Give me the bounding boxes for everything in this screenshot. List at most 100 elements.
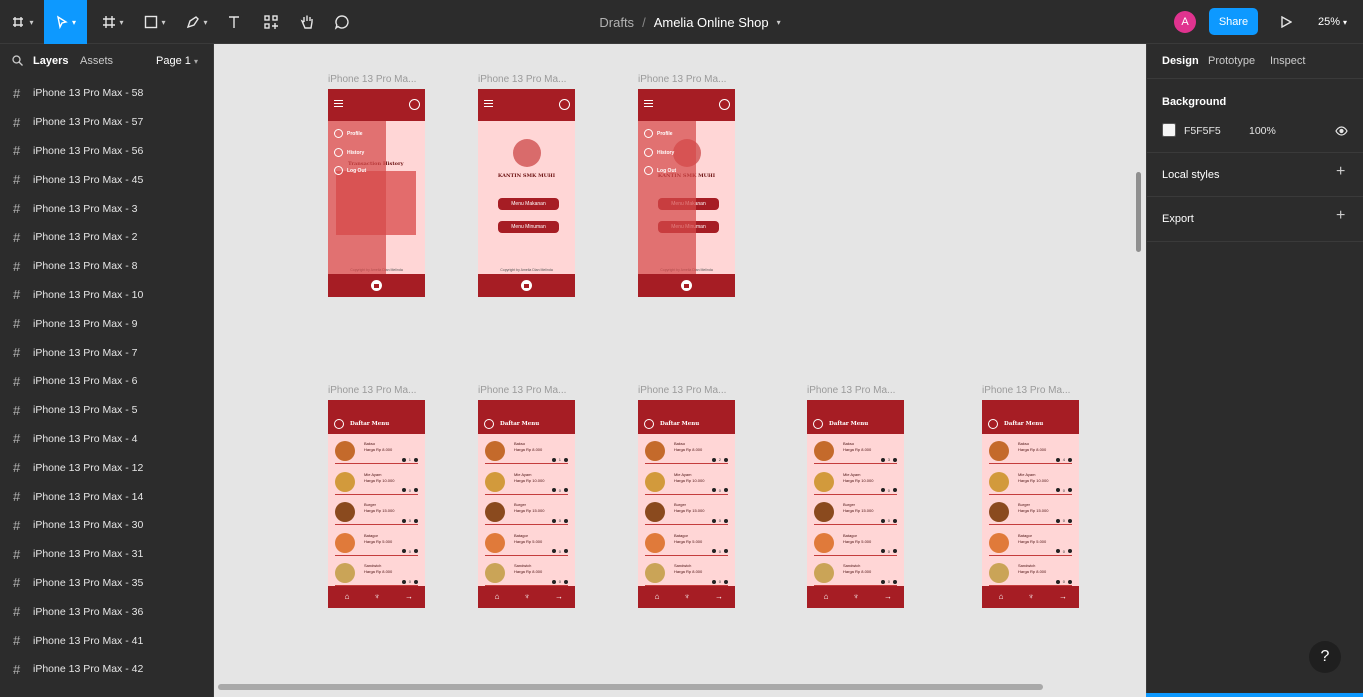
zoom-control[interactable]: 25% ▾ [1318,0,1347,44]
layer-label: iPhone 13 Pro Max - 4 [33,432,138,445]
layer-item[interactable]: # iPhone 13 Pro Max - 5 [0,396,213,425]
layer-item[interactable]: # iPhone 13 Pro Max - 7 [0,338,213,367]
layer-item[interactable]: # iPhone 13 Pro Max - 45 [0,165,213,194]
home-screen-frame[interactable]: KANTIN SMK MUHIMenu MakananMenu MinumanC… [478,89,575,297]
drawer-item-label: Profile [347,130,363,137]
menu-item: Batagor Harga Rp 5.000 0 [982,529,1079,557]
layer-item[interactable]: # iPhone 13 Pro Max - 2 [0,223,213,252]
divider [989,463,1072,464]
frame-label[interactable]: iPhone 13 Pro Ma... [478,74,566,85]
frame-label[interactable]: iPhone 13 Pro Ma... [328,385,416,396]
background-swatch[interactable] [1162,123,1176,137]
search-icon[interactable] [12,55,23,69]
food-image [335,532,355,553]
tab-prototype[interactable]: Prototype [1208,55,1255,67]
move-tool-button[interactable]: ▾ [44,0,87,44]
layer-item[interactable]: # iPhone 13 Pro Max - 9 [0,309,213,338]
share-button[interactable]: Share [1209,8,1258,35]
horizontal-scrollbar[interactable] [218,684,1043,690]
pen-tool-button[interactable]: ▾ [180,0,214,44]
tab-assets[interactable]: Assets [80,55,113,67]
menu-screen-frame[interactable]: Daftar Menu Bakso Harga Rp 8.000 3 Mie Ayam H… [807,400,904,608]
food-image [814,502,834,522]
layer-item[interactable]: # iPhone 13 Pro Max - 41 [0,626,213,655]
menu-screen-frame[interactable]: Daftar Menu Bakso Harga Rp 8.000 2 Mie Ayam H… [638,400,735,608]
tab-inspect[interactable]: Inspect [1270,55,1305,67]
frame-label[interactable]: iPhone 13 Pro Ma... [638,74,726,85]
item-price: Harga Rp 10.000 [843,477,874,483]
resources-button[interactable] [259,0,283,44]
layer-item[interactable]: # iPhone 13 Pro Max - 10 [0,281,213,310]
quantity-value: 0 [887,579,890,584]
frame-label[interactable]: iPhone 13 Pro Ma... [328,74,416,85]
divider [645,493,728,495]
quantity-stepper: 0 [880,579,897,584]
shape-tool-button[interactable]: ▾ [138,0,172,44]
home-screen-frame[interactable]: KANTIN SMK MUHIMenu MakananMenu MinumanC… [638,89,735,297]
layer-item[interactable]: # iPhone 13 Pro Max - 3 [0,194,213,223]
comment-tool-button[interactable] [330,0,354,44]
quantity-stepper: 0 [880,518,897,523]
food-image [485,532,505,553]
layer-item[interactable]: # iPhone 13 Pro Max - 30 [0,511,213,540]
profile-icon [559,99,570,110]
tab-layers[interactable]: Layers [33,55,68,67]
menu-title: Daftar Menu [660,421,700,427]
chevron-down-icon[interactable]: ▾ [777,18,781,27]
file-title[interactable]: Drafts / Amelia Online Shop ▾ [560,0,820,44]
frame-label[interactable]: iPhone 13 Pro Ma... [638,385,726,396]
frame-label[interactable]: iPhone 13 Pro Ma... [478,385,566,396]
toolbar: ▾ ▾ ▾ ▾ ▾ Drafts / Amelia Online Shop ▾ … [0,0,1363,44]
layer-item[interactable]: # iPhone 13 Pro Max - 57 [0,108,213,137]
background-hex[interactable]: F5F5F5 [1184,125,1221,137]
menu-screen-frame[interactable]: Daftar Menu Bakso Harga Rp 8.000 1 Mie Ayam H… [478,400,575,608]
add-style-plus-icon[interactable]: + [1336,163,1345,181]
background-opacity[interactable]: 100% [1249,125,1276,137]
layer-item[interactable]: # iPhone 13 Pro Max - 58 [0,79,213,108]
add-export-plus-icon[interactable]: + [1336,207,1345,225]
layer-item[interactable]: # iPhone 13 Pro Max - 12 [0,453,213,482]
layer-label: iPhone 13 Pro Max - 41 [33,634,144,647]
home-screen-frame[interactable]: Transaction HistoryCopyright by Amelia D… [328,89,425,297]
food-image [485,563,505,583]
layer-item[interactable]: # iPhone 13 Pro Max - 56 [0,137,213,166]
menu-item: Sandwich Harga Rp 8.000 0 [982,559,1079,587]
layer-item[interactable]: # iPhone 13 Pro Max - 6 [0,367,213,396]
drawer-item-profile: Profile [334,129,363,138]
item-price: Harga Rp 10.000 [514,477,545,483]
frame-label[interactable]: iPhone 13 Pro Ma... [807,385,895,396]
layer-item[interactable]: # iPhone 13 Pro Max - 4 [0,425,213,454]
vertical-scrollbar[interactable] [1136,172,1141,252]
layer-item[interactable]: # iPhone 13 Pro Max - 31 [0,540,213,569]
frame-icon: # [13,143,21,159]
layer-item[interactable]: # iPhone 13 Pro Max - 35 [0,569,213,598]
canvas[interactable]: iPhone 13 Pro Ma... Transaction HistoryCo… [214,44,1146,697]
menu-screen-frame[interactable]: Daftar Menu Bakso Harga Rp 8.000 4 Mie Ayam H… [982,400,1079,608]
drafts-link[interactable]: Drafts [599,15,634,30]
plus-icon [1068,457,1072,462]
back-arrow-icon [484,419,494,429]
frame-tool-button[interactable]: ▾ [96,0,130,44]
layer-label: iPhone 13 Pro Max - 30 [33,519,144,532]
layer-item[interactable]: # iPhone 13 Pro Max - 42 [0,655,213,684]
page-selector[interactable]: Page 1 ▾ [156,55,198,67]
tab-design[interactable]: Design [1162,55,1199,67]
layer-item[interactable]: # iPhone 13 Pro Max - 8 [0,252,213,281]
divider [814,463,897,464]
minus-icon [1055,518,1060,523]
plus-icon [1068,549,1072,553]
main-menu-button[interactable]: ▾ [0,0,44,44]
menu-header: Daftar Menu [478,400,575,434]
layer-item[interactable]: # iPhone 13 Pro Max - 14 [0,482,213,511]
frame-label[interactable]: iPhone 13 Pro Ma... [982,385,1070,396]
text-tool-button[interactable] [222,0,246,44]
avatar[interactable]: A [1174,11,1196,33]
hand-tool-button[interactable] [295,0,319,44]
food-image [335,563,355,583]
file-name[interactable]: Amelia Online Shop [654,15,769,30]
eye-icon[interactable] [1335,123,1348,141]
menu-screen-frame[interactable]: Daftar Menu Bakso Harga Rp 8.000 1 Mie Ayam H… [328,400,425,608]
present-button[interactable] [1276,0,1296,44]
layer-item[interactable]: # iPhone 13 Pro Max - 36 [0,597,213,626]
help-button[interactable]: ? [1309,641,1341,673]
